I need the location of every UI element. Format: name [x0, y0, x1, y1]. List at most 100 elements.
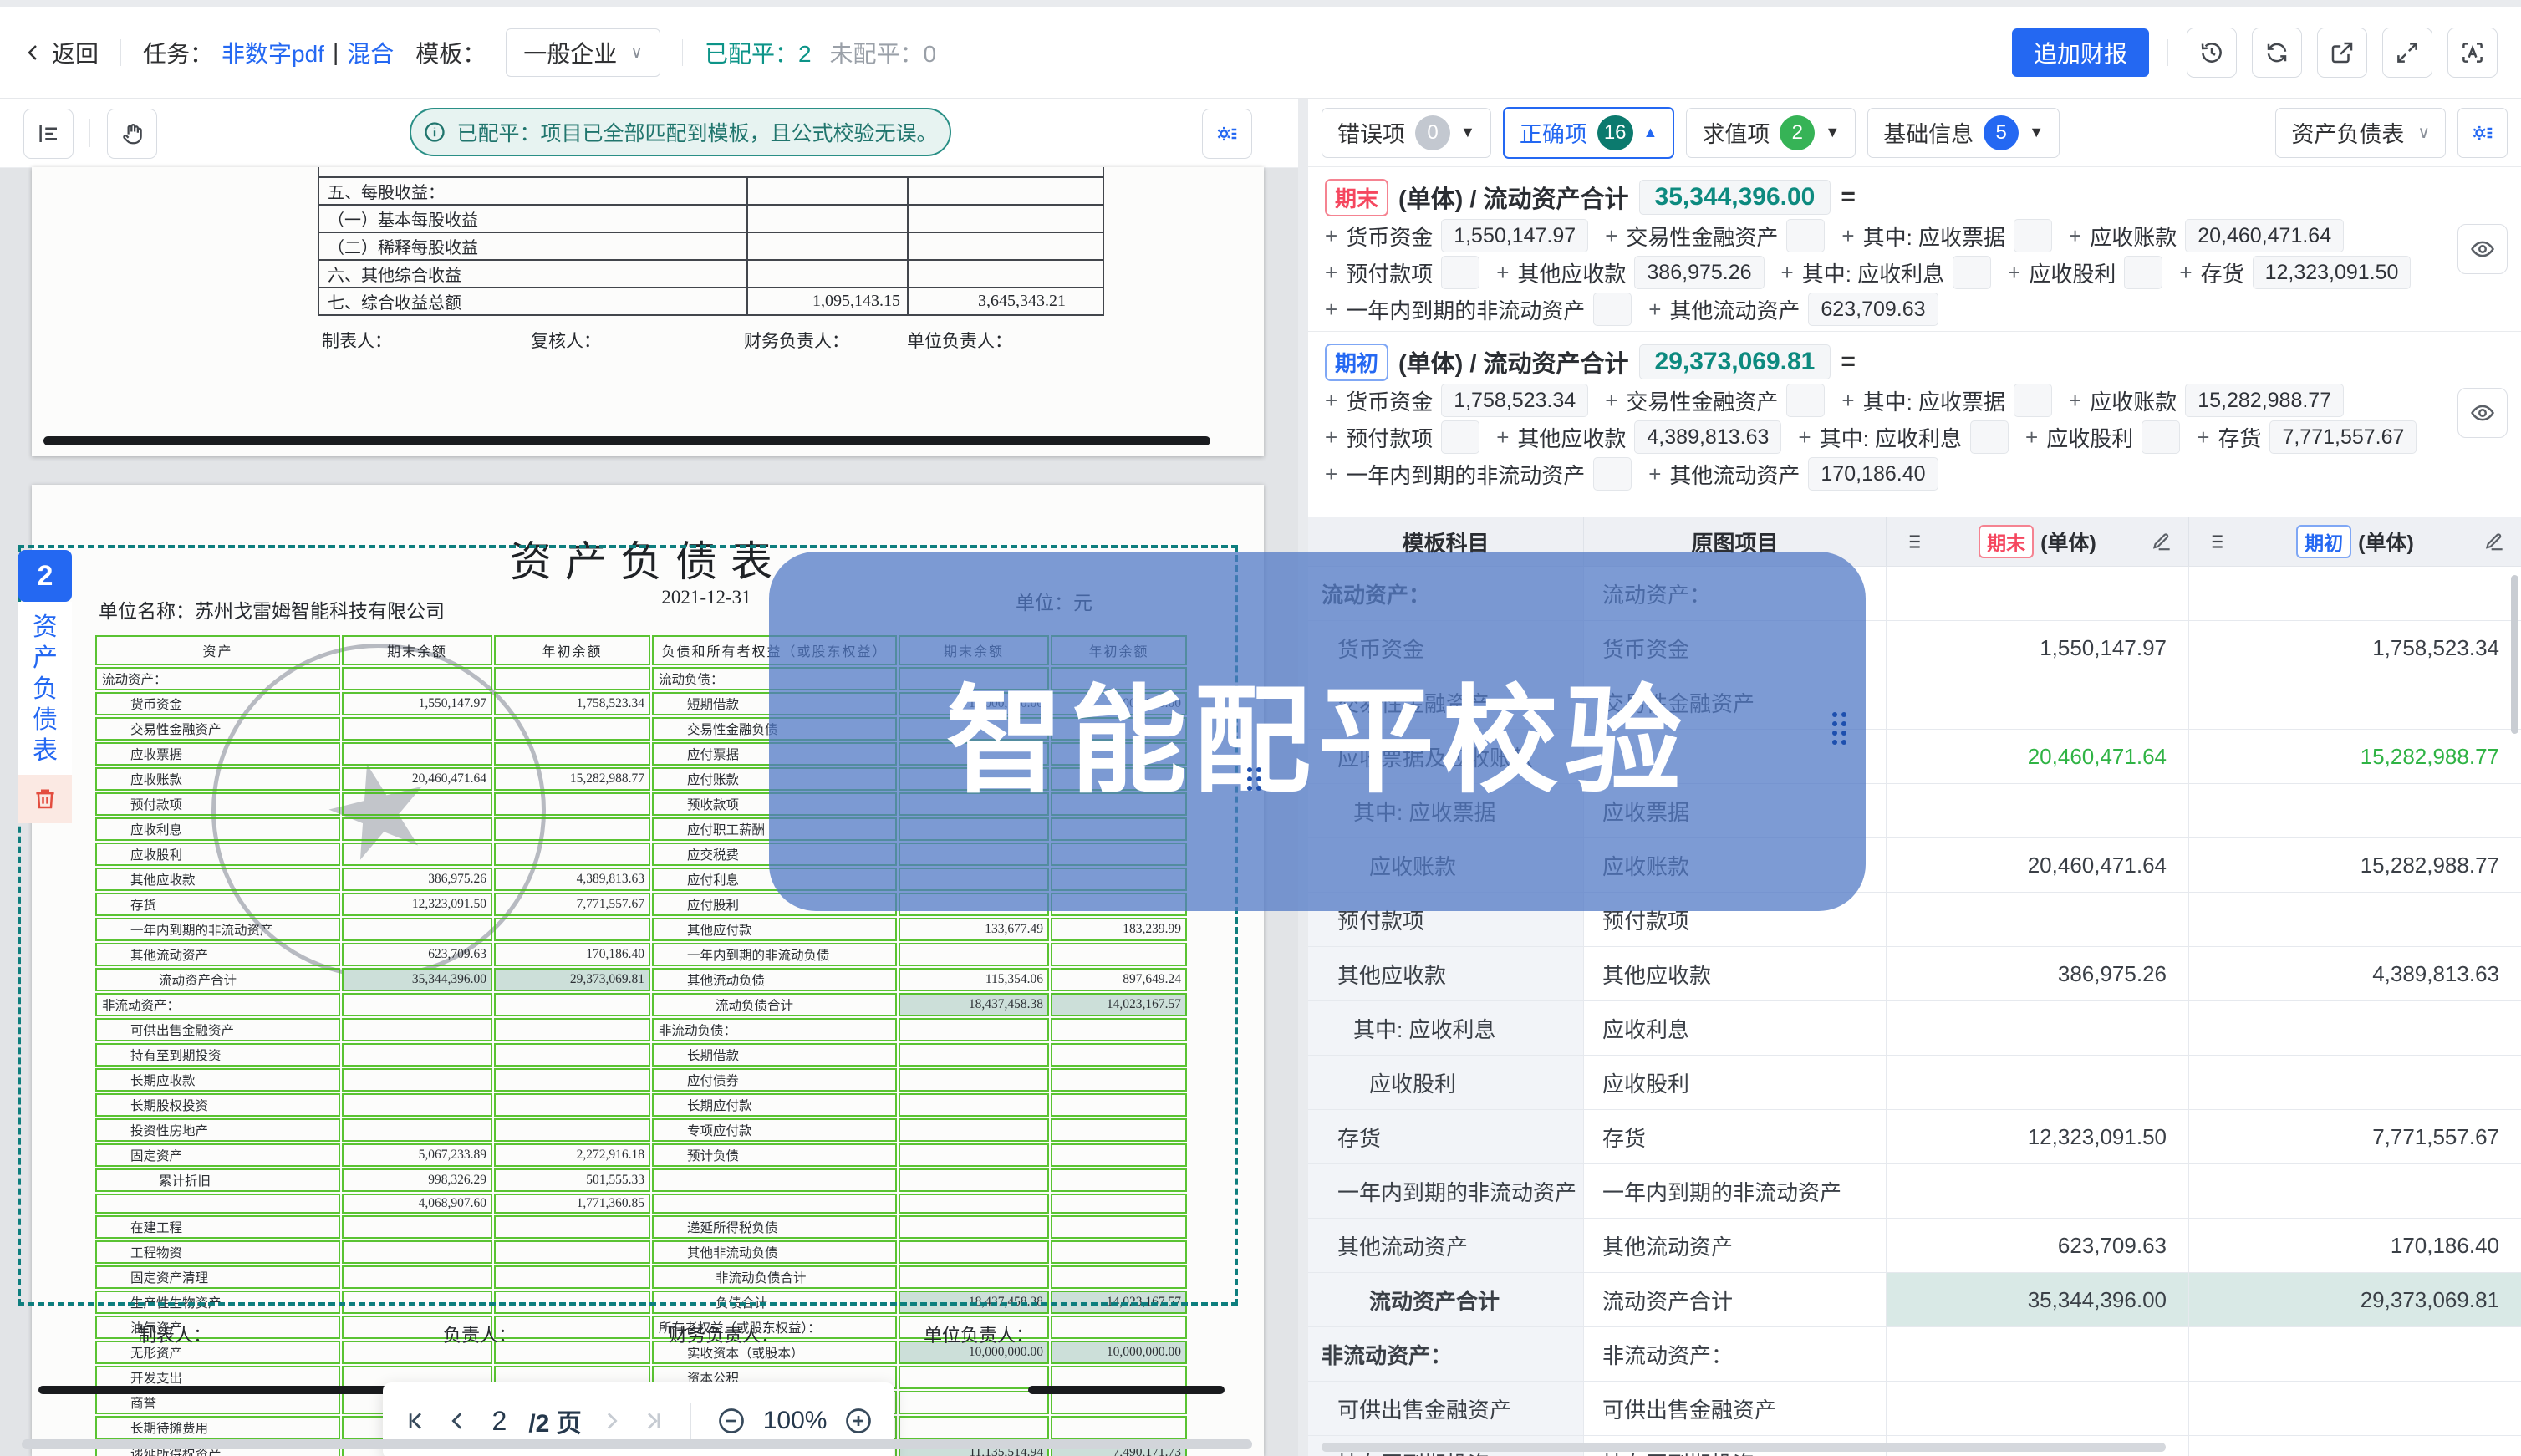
table-row[interactable]: 其他应收款其他应收款386,975.264,389,813.63: [1308, 947, 2521, 1001]
term-value-box[interactable]: 386,975.26: [1634, 256, 1764, 289]
begin-period-value[interactable]: 29,373,069.81: [2189, 1273, 2521, 1326]
end-period-value[interactable]: [1887, 1056, 2189, 1109]
begin-period-value[interactable]: 1,758,523.34: [2189, 621, 2521, 675]
term-value-box[interactable]: 12,323,091.50: [2253, 256, 2412, 289]
term-value-box[interactable]: [2142, 420, 2180, 454]
sheet-tab[interactable]: 2 资产负债表: [18, 550, 72, 823]
term-value-box[interactable]: 170,186.40: [1808, 457, 1938, 491]
begin-period-value[interactable]: [2189, 893, 2521, 946]
term-value-box[interactable]: 1,758,523.34: [1441, 384, 1588, 417]
table-row[interactable]: 可供出售金融资产可供出售金融资产: [1308, 1382, 2521, 1436]
term-value-box[interactable]: [2124, 256, 2162, 289]
pencil-icon[interactable]: [2484, 531, 2506, 552]
table-row[interactable]: 流动资产合计流动资产合计35,344,396.0029,373,069.81: [1308, 1273, 2521, 1327]
next-page-icon[interactable]: [598, 1408, 624, 1433]
term-value-box[interactable]: 7,771,557.67: [2269, 420, 2417, 454]
begin-period-value[interactable]: 4,389,813.63: [2189, 947, 2521, 1000]
refresh-icon[interactable]: [2252, 28, 2302, 78]
term-value-box[interactable]: [2014, 384, 2052, 417]
end-period-value[interactable]: [1887, 784, 2189, 837]
sheet-type-select[interactable]: 资产负债表 ∨: [2275, 108, 2446, 158]
drag-handle-icon[interactable]: [1832, 712, 1846, 745]
end-period-value[interactable]: [1887, 1327, 2189, 1381]
begin-period-value[interactable]: [2189, 567, 2521, 620]
begin-period-value[interactable]: [2189, 1382, 2521, 1435]
template-select[interactable]: 一般企业 ∨: [506, 28, 660, 77]
term-value-box[interactable]: [1786, 384, 1825, 417]
trash-icon[interactable]: [18, 775, 72, 823]
zoom-out-icon[interactable]: [716, 1406, 746, 1436]
term-value-box[interactable]: [1970, 420, 2009, 454]
term-value-box[interactable]: 4,389,813.63: [1634, 420, 1781, 454]
end-period-value[interactable]: [1887, 675, 2189, 729]
table-row[interactable]: 其他流动资产其他流动资产623,709.63170,186.40: [1308, 1219, 2521, 1273]
end-period-value[interactable]: 20,460,471.64: [1887, 838, 2189, 892]
term-value-box[interactable]: 15,282,988.77: [2185, 384, 2344, 417]
recognize-icon[interactable]: [2447, 28, 2498, 78]
begin-period-value[interactable]: [2189, 1056, 2521, 1109]
begin-period-value[interactable]: [2189, 1327, 2521, 1381]
page-number-input[interactable]: 2: [492, 1406, 507, 1437]
filter-active-button[interactable]: 正确项16▲: [1503, 107, 1675, 159]
term-value-box[interactable]: [1953, 256, 1991, 289]
begin-period-value[interactable]: [2189, 1436, 2521, 1456]
vertical-scrollbar[interactable]: [2511, 575, 2518, 734]
begin-period-value[interactable]: 15,282,988.77: [2189, 838, 2521, 892]
list-icon[interactable]: [1902, 531, 1923, 552]
end-period-value[interactable]: 623,709.63: [1887, 1219, 2189, 1272]
end-period-value[interactable]: [1887, 893, 2189, 946]
begin-period-value[interactable]: 7,771,557.67: [2189, 1110, 2521, 1163]
end-period-value[interactable]: 20,460,471.64: [1887, 730, 2189, 783]
term-value-box[interactable]: [1441, 256, 1479, 289]
term-value-box[interactable]: [1593, 457, 1632, 491]
first-page-icon[interactable]: [404, 1408, 429, 1433]
begin-period-value[interactable]: [2189, 675, 2521, 729]
begin-period-value[interactable]: [2189, 1001, 2521, 1055]
eye-icon[interactable]: [2457, 224, 2508, 274]
end-period-value[interactable]: [1887, 1382, 2189, 1435]
term-value-box[interactable]: 20,460,471.64: [2185, 219, 2344, 252]
export-icon[interactable]: [2317, 28, 2367, 78]
end-period-value[interactable]: [1887, 567, 2189, 620]
zoom-in-icon[interactable]: [843, 1406, 873, 1436]
filter-button[interactable]: 错误项0▼: [1322, 108, 1491, 158]
history-icon[interactable]: [2187, 28, 2237, 78]
back-button[interactable]: 返回: [23, 36, 99, 69]
add-report-button[interactable]: 追加财报: [2012, 28, 2149, 77]
term-value-box[interactable]: [1593, 293, 1632, 326]
filter-button[interactable]: 基础信息5▼: [1867, 108, 2060, 158]
term-value-box[interactable]: 623,709.63: [1808, 293, 1938, 326]
filter-button[interactable]: 求值项2▼: [1686, 108, 1856, 158]
end-period-value[interactable]: [1887, 1164, 2189, 1218]
begin-period-value[interactable]: 170,186.40: [2189, 1219, 2521, 1272]
end-period-value[interactable]: 386,975.26: [1887, 947, 2189, 1000]
outline-icon[interactable]: [23, 109, 74, 159]
term-value-box[interactable]: [1786, 219, 1825, 252]
term-value-box[interactable]: 1,550,147.97: [1441, 219, 1588, 252]
gear-list-icon[interactable]: [1202, 109, 1252, 159]
begin-period-value[interactable]: [2189, 1164, 2521, 1218]
list-icon[interactable]: [2204, 531, 2226, 552]
horizontal-scrollbar[interactable]: [1322, 1443, 2166, 1452]
pencil-icon[interactable]: [2152, 531, 2173, 552]
term-value-box[interactable]: [2014, 219, 2052, 252]
table-row[interactable]: 其中: 应收利息应收利息: [1308, 1001, 2521, 1056]
eye-icon[interactable]: [2457, 388, 2508, 438]
end-period-value[interactable]: [1887, 1001, 2189, 1055]
begin-period-value[interactable]: [2189, 784, 2521, 837]
fullscreen-icon[interactable]: [2382, 28, 2432, 78]
prev-page-icon[interactable]: [446, 1408, 471, 1433]
end-period-value[interactable]: 12,323,091.50: [1887, 1110, 2189, 1163]
drag-handle-icon[interactable]: [1247, 767, 1261, 791]
term-value-box[interactable]: [1441, 420, 1479, 454]
table-row[interactable]: 非流动资产：非流动资产：: [1308, 1327, 2521, 1382]
end-period-value[interactable]: 1,550,147.97: [1887, 621, 2189, 675]
table-row[interactable]: 应收股利应收股利: [1308, 1056, 2521, 1110]
table-row[interactable]: 存货存货12,323,091.507,771,557.67: [1308, 1110, 2521, 1164]
end-period-value[interactable]: 35,344,396.00: [1887, 1273, 2189, 1326]
gear-list-icon[interactable]: [2457, 108, 2508, 158]
hand-icon[interactable]: [107, 109, 157, 159]
begin-period-value[interactable]: 15,282,988.77: [2189, 730, 2521, 783]
horizontal-scrollbar[interactable]: [22, 1439, 1252, 1449]
table-row[interactable]: 一年内到期的非流动资产一年内到期的非流动资产: [1308, 1164, 2521, 1219]
